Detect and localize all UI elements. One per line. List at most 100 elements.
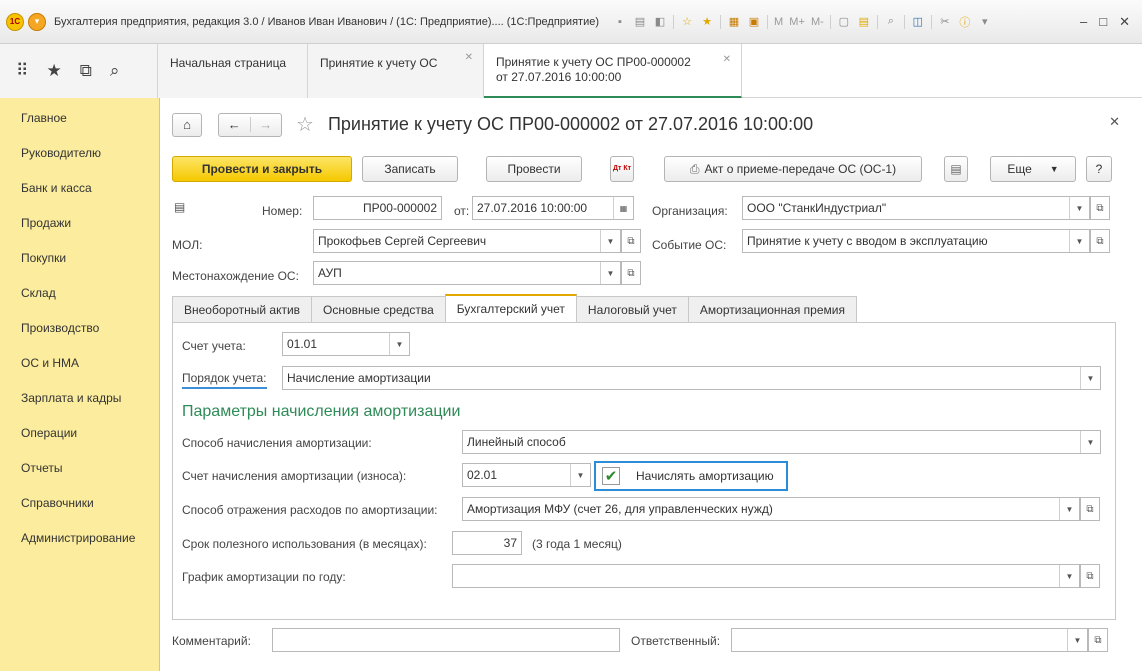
post-and-close-button[interactable]: Провести и закрыть [172, 156, 352, 182]
calendar-icon[interactable]: ▦ [613, 197, 633, 219]
favorites-star-icon[interactable]: ★ [46, 61, 61, 81]
sidebar-item-warehouse[interactable]: Склад [0, 275, 159, 310]
chevron-down-icon[interactable]: ▾ [978, 15, 992, 29]
open-schedule-icon[interactable]: ⧉ [1080, 564, 1100, 588]
mol-label: МОЛ: [172, 238, 203, 252]
act-os1-button[interactable]: ⎙ Акт о приеме-передаче ОС (ОС-1) [664, 156, 922, 182]
sidebar-item-manager[interactable]: Руководителю [0, 135, 159, 170]
tab-non-current-asset[interactable]: Внеоборотный актив [172, 296, 313, 322]
sidebar-item-fixed-assets[interactable]: ОС и НМА [0, 345, 159, 380]
sidebar-item-main[interactable]: Главное [0, 100, 159, 135]
chevron-down-icon[interactable]: ▼ [1080, 431, 1100, 453]
chevron-down-icon[interactable]: ▼ [1059, 498, 1079, 520]
open-organization-icon[interactable]: ⧉ [1090, 196, 1110, 220]
app-logo-icon: 1С [6, 12, 24, 31]
sidebar-item-reports[interactable]: Отчеты [0, 450, 159, 485]
post-button[interactable]: Провести [486, 156, 582, 182]
chevron-down-icon[interactable]: ▼ [1059, 565, 1079, 587]
tab-accounting[interactable]: Бухгалтерский учет [444, 294, 577, 322]
comment-field[interactable] [272, 628, 620, 652]
quick-panel: ⠿ ★ ⧉ ⌕ [0, 44, 158, 98]
save-icon[interactable]: ▪ [613, 15, 627, 29]
sidebar-item-production[interactable]: Производство [0, 310, 159, 345]
mol-field[interactable]: Прокофьев Сергей Сергеевич ▼ [313, 229, 621, 253]
dt-kt-button[interactable]: Дт Кт [610, 156, 634, 182]
schedule-field[interactable]: ▼ [452, 564, 1080, 588]
back-button[interactable]: ← [219, 117, 250, 132]
print-icon[interactable]: ▤ [633, 15, 647, 29]
tab-fixed-assets-list[interactable]: Принятие к учету ОС ✕ [308, 44, 484, 98]
chevron-down-icon[interactable]: ▼ [600, 262, 620, 284]
sidebar-item-bank[interactable]: Банк и касса [0, 170, 159, 205]
chevron-down-icon[interactable]: ▼ [1080, 367, 1100, 389]
open-expense-icon[interactable]: ⧉ [1080, 497, 1100, 521]
preview-icon[interactable]: ◧ [653, 15, 667, 29]
help-button[interactable]: ? [1086, 156, 1112, 182]
sidebar-item-operations[interactable]: Операции [0, 415, 159, 450]
open-responsible-icon[interactable]: ⧉ [1088, 628, 1108, 652]
open-mol-icon[interactable]: ⧉ [621, 229, 641, 253]
apps-grid-icon[interactable]: ⠿ [16, 61, 28, 81]
responsible-field[interactable]: ▼ [731, 628, 1088, 652]
expense-field[interactable]: Амортизация МФУ (счет 26, для управленче… [462, 497, 1080, 521]
search-icon[interactable]: ⌕ [884, 15, 898, 29]
chevron-down-icon[interactable]: ▼ [1067, 629, 1087, 651]
panels-icon[interactable]: ◫ [911, 15, 925, 29]
close-window-icon[interactable]: ✕ [1119, 14, 1130, 30]
order-field[interactable]: Начисление амортизации ▼ [282, 366, 1101, 390]
tab-fixed-assets[interactable]: Основные средства [311, 296, 446, 322]
home-button[interactable]: ⌂ [172, 112, 202, 137]
close-tab-icon[interactable]: ✕ [723, 52, 731, 67]
useful-life-field[interactable]: 37 [452, 531, 522, 555]
favorites-icon[interactable]: ★ [700, 15, 714, 29]
memory-buttons[interactable]: M M+ M- [774, 16, 824, 28]
chevron-down-icon[interactable]: ▼ [1069, 230, 1089, 252]
date-field[interactable]: 27.07.2016 10:00:00 ▦ [472, 196, 634, 220]
tab-home[interactable]: Начальная страница [158, 44, 308, 98]
tab-depreciation-bonus[interactable]: Амортизационная премия [687, 296, 857, 322]
chevron-down-icon[interactable]: ▼ [1069, 197, 1089, 219]
sidebar-item-admin[interactable]: Администрирование [0, 520, 159, 555]
more-button[interactable]: Еще ▼ [990, 156, 1076, 182]
open-location-icon[interactable]: ⧉ [621, 261, 641, 285]
sidebar-item-payroll[interactable]: Зарплата и кадры [0, 380, 159, 415]
location-field[interactable]: АУП ▼ [313, 261, 621, 285]
new-doc-icon[interactable]: ▢ [837, 15, 851, 29]
event-field[interactable]: Принятие к учету с вводом в эксплуатацию… [742, 229, 1090, 253]
report-button[interactable]: ▤ [944, 156, 968, 182]
forward-button[interactable]: → [249, 117, 282, 132]
close-tab-icon[interactable]: ✕ [465, 52, 473, 63]
chevron-down-icon[interactable]: ▼ [600, 230, 620, 252]
calculator-icon[interactable]: ▦ [727, 15, 741, 29]
close-form-icon[interactable]: ✕ [1109, 114, 1120, 130]
maximize-icon[interactable]: □ [1099, 14, 1107, 30]
favorite-star-icon[interactable]: ☆ [296, 112, 314, 137]
save-button[interactable]: Записать [362, 156, 458, 182]
search-icon[interactable]: ⌕ [110, 61, 120, 81]
sidebar-item-sales[interactable]: Продажи [0, 205, 159, 240]
accrue-depreciation-checkbox[interactable]: ✔ Начислять амортизацию [594, 461, 788, 491]
account-field[interactable]: 01.01 ▼ [282, 332, 410, 356]
doc-info-icon[interactable]: ▤ [174, 200, 185, 214]
tab-document[interactable]: Принятие к учету ОС ПР00-000002 от 27.07… [484, 44, 742, 98]
dep-account-field[interactable]: 02.01 ▼ [462, 463, 591, 487]
calendar-icon[interactable]: ▣ [747, 15, 761, 29]
organization-field[interactable]: ООО "СтанкИндустриал" ▼ [742, 196, 1090, 220]
sidebar-item-purchases[interactable]: Покупки [0, 240, 159, 275]
chevron-down-icon[interactable]: ▼ [389, 333, 409, 355]
depreciation-section-title: Параметры начисления амортизации [182, 403, 461, 420]
tools-icon[interactable]: ✂ [938, 15, 952, 29]
number-field[interactable]: ПР00-000002 [313, 196, 442, 220]
history-icon[interactable]: ⧉ [80, 61, 92, 81]
minimize-icon[interactable]: – [1080, 14, 1087, 30]
info-icon[interactable]: ⓘ [958, 15, 972, 29]
expense-label: Способ отражения расходов по амортизации… [182, 503, 438, 517]
chevron-down-icon[interactable]: ▼ [570, 464, 590, 486]
sidebar-item-catalogs[interactable]: Справочники [0, 485, 159, 520]
open-icon[interactable]: ▤ [857, 15, 871, 29]
tab-tax-accounting[interactable]: Налоговый учет [575, 296, 689, 322]
favorites-add-icon[interactable]: ☆ [680, 15, 694, 29]
main-menu-icon[interactable]: ▾ [28, 12, 46, 31]
open-event-icon[interactable]: ⧉ [1090, 229, 1110, 253]
method-field[interactable]: Линейный способ ▼ [462, 430, 1101, 454]
